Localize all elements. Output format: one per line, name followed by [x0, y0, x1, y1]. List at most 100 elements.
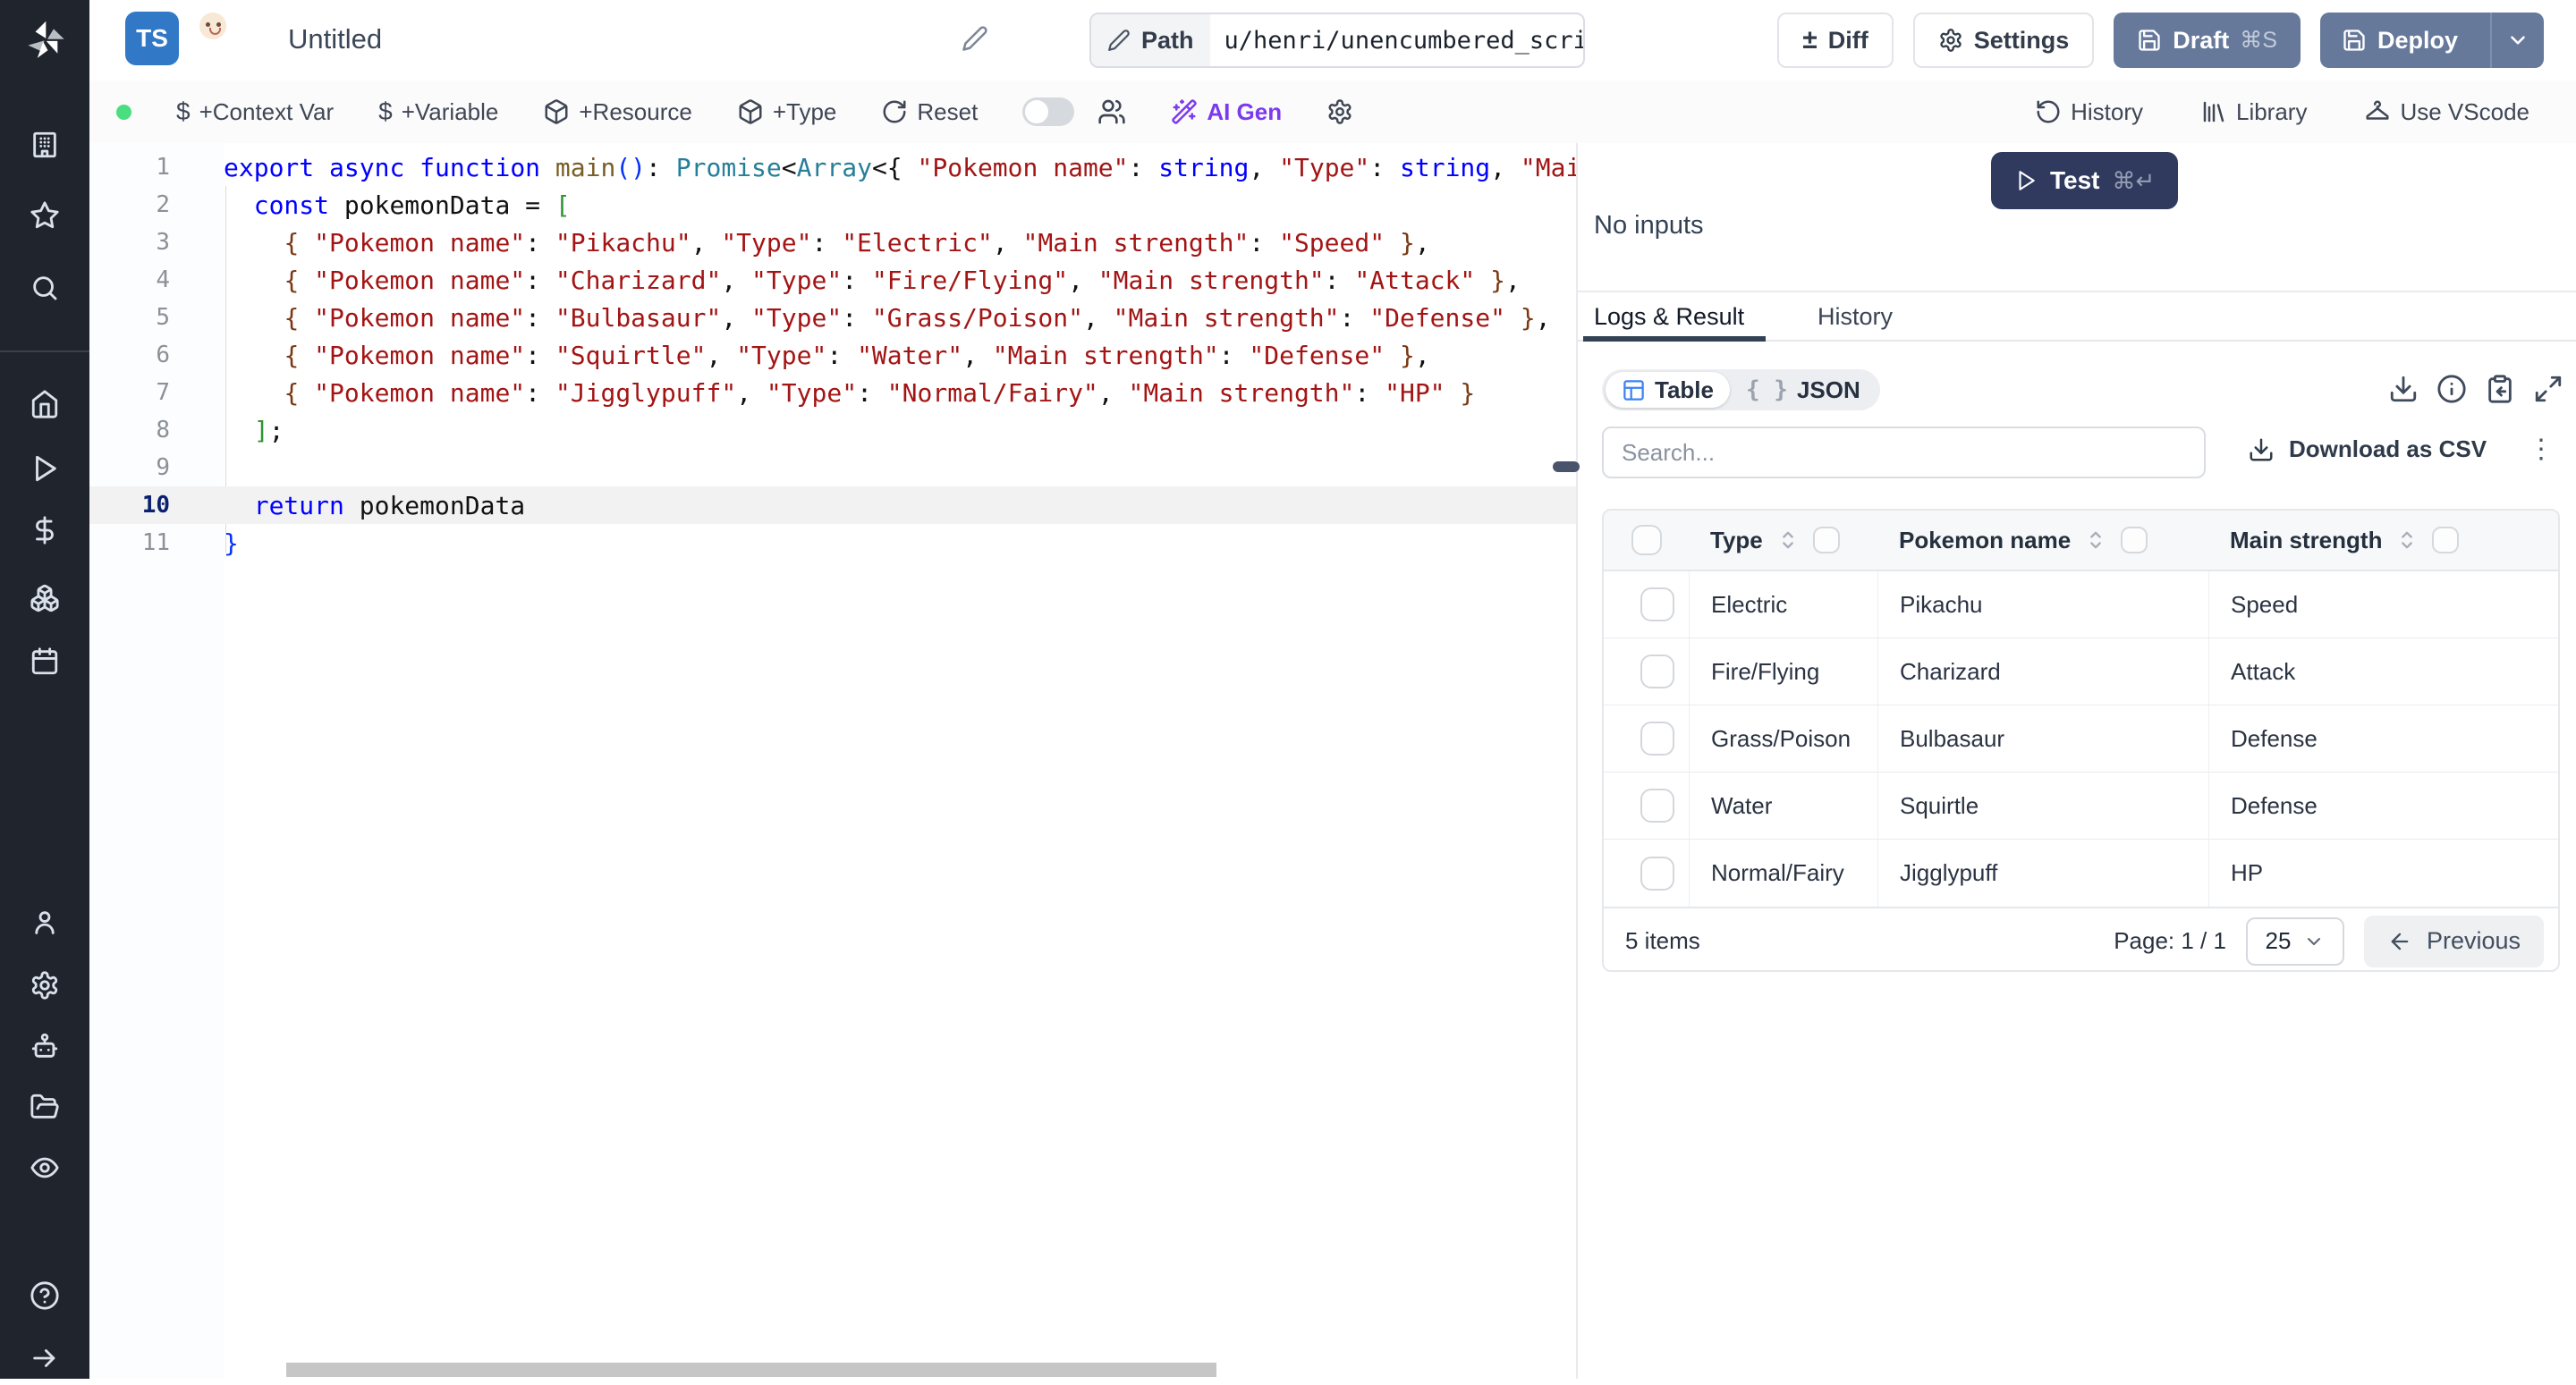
pane-drag-handle[interactable]: [1553, 461, 1580, 472]
add-type-button[interactable]: +Type: [737, 98, 837, 126]
table-cell: Defense: [2208, 773, 2558, 839]
sort-icon[interactable]: [1775, 528, 1801, 553]
deploy-button[interactable]: Deploy: [2320, 13, 2544, 68]
multiplayer-users-button[interactable]: [1097, 97, 1126, 126]
column-header-main-strength[interactable]: Main strength: [2230, 527, 2382, 554]
settings-button[interactable]: Settings: [1913, 13, 2095, 68]
sidebar-item-workspace[interactable]: [0, 118, 89, 172]
sort-icon[interactable]: [2083, 528, 2108, 553]
library-button[interactable]: Library: [2200, 98, 2307, 126]
result-tabbar: Logs & Result History: [1578, 292, 2576, 342]
row-checkbox[interactable]: [1640, 587, 1674, 621]
sidebar-item-schedules[interactable]: [0, 635, 89, 688]
download-icon[interactable]: [2388, 374, 2419, 404]
sidebar-item-help[interactable]: [0, 1269, 89, 1322]
code-line[interactable]: 3 { "Pokemon name": "Pikachu", "Type": "…: [89, 224, 1576, 261]
ai-gen-button[interactable]: AI Gen: [1171, 98, 1282, 126]
tab-logs-result[interactable]: Logs & Result: [1594, 303, 1744, 331]
code-line-text: { "Pokemon name": "Pikachu", "Type": "El…: [224, 228, 1430, 258]
table-row[interactable]: Fire/FlyingCharizardAttack: [1604, 638, 2558, 705]
code-editor[interactable]: 1export async function main(): Promise<A…: [89, 143, 1576, 1379]
sidebar-item-favorites[interactable]: [0, 189, 89, 242]
view-table-label: Table: [1655, 376, 1714, 404]
sidebar-item-home[interactable]: [0, 377, 89, 431]
test-button[interactable]: Test ⌘↵: [1991, 152, 2178, 209]
view-table-button[interactable]: Table: [1606, 372, 1730, 408]
active-tab-underline: [1583, 336, 1766, 342]
add-context-var-button[interactable]: $ +Context Var: [176, 97, 334, 126]
result-table-footer: 5 items Page: 1 / 1 25 Previous: [1604, 907, 2558, 972]
diff-button[interactable]: ± Diff: [1777, 13, 1893, 68]
code-line-text: export async function main(): Promise<Ar…: [224, 153, 1576, 182]
column-header-pokemon-name[interactable]: Pokemon name: [1899, 527, 2071, 554]
app-sidebar: [0, 0, 89, 1379]
sidebar-item-audit[interactable]: [0, 1141, 89, 1195]
play-icon: [30, 453, 60, 484]
result-search-input[interactable]: [1602, 426, 2206, 478]
windmill-logo[interactable]: [0, 9, 89, 72]
multiplayer-toggle[interactable]: [1022, 97, 1074, 126]
download-csv-button[interactable]: Download as CSV: [2248, 435, 2487, 463]
table-row[interactable]: ElectricPikachuSpeed: [1604, 571, 2558, 638]
code-line[interactable]: 9: [89, 449, 1576, 486]
code-line[interactable]: 2 const pokemonData = [: [89, 186, 1576, 224]
sidebar-item-variables[interactable]: [0, 503, 89, 557]
editor-horizontal-scrollbar[interactable]: [286, 1363, 1216, 1377]
kebab-menu[interactable]: ⋮: [2528, 434, 2555, 465]
table-row[interactable]: Normal/FairyJigglypuffHP: [1604, 840, 2558, 907]
expand-icon[interactable]: [2533, 374, 2563, 404]
code-line[interactable]: 11}: [89, 524, 1576, 562]
page-size-select[interactable]: 25: [2246, 917, 2344, 966]
items-count: 5 items: [1625, 927, 1700, 955]
typescript-badge: TS: [125, 12, 179, 65]
code-line[interactable]: 7 { "Pokemon name": "Jigglypuff", "Type"…: [89, 374, 1576, 411]
add-resource-button[interactable]: +Resource: [543, 98, 691, 126]
gear-icon: [1326, 98, 1353, 125]
sidebar-item-expand[interactable]: [0, 1331, 89, 1385]
history-button[interactable]: History: [2035, 98, 2143, 126]
deploy-dropdown-button[interactable]: [2490, 13, 2544, 68]
add-variable-button[interactable]: $ +Variable: [378, 97, 498, 126]
draft-button[interactable]: Draft ⌘S: [2114, 13, 2301, 68]
sidebar-item-resources[interactable]: [0, 571, 89, 625]
copy-result-icon[interactable]: [2485, 374, 2515, 404]
column-filter-checkbox[interactable]: [1813, 527, 1840, 553]
code-line[interactable]: 6 { "Pokemon name": "Squirtle", "Type": …: [89, 336, 1576, 374]
sidebar-item-folders[interactable]: [0, 1080, 89, 1134]
column-filter-checkbox[interactable]: [2121, 527, 2148, 553]
row-checkbox[interactable]: [1640, 654, 1674, 688]
sidebar-item-workers[interactable]: [0, 1019, 89, 1073]
library-icon: [2200, 98, 2227, 125]
code-line[interactable]: 5 { "Pokemon name": "Bulbasaur", "Type":…: [89, 299, 1576, 336]
info-icon[interactable]: [2436, 374, 2467, 404]
editor-settings-button[interactable]: [1326, 98, 1353, 125]
row-checkbox[interactable]: [1640, 857, 1674, 891]
previous-page-button[interactable]: Previous: [2364, 916, 2544, 967]
code-line[interactable]: 8 ];: [89, 411, 1576, 449]
sidebar-item-search[interactable]: [0, 261, 89, 315]
code-line[interactable]: 1export async function main(): Promise<A…: [89, 148, 1576, 186]
row-checkbox[interactable]: [1640, 722, 1674, 756]
result-table-body: ElectricPikachuSpeedFire/FlyingCharizard…: [1604, 571, 2558, 907]
sidebar-item-settings[interactable]: [0, 959, 89, 1012]
dollar-icon: [30, 515, 60, 545]
code-line[interactable]: 10 return pokemonData: [89, 486, 1576, 524]
tab-history[interactable]: History: [1818, 303, 1893, 331]
sidebar-item-users[interactable]: [0, 896, 89, 950]
table-row[interactable]: Grass/PoisonBulbasaurDefense: [1604, 705, 2558, 773]
column-filter-checkbox[interactable]: [2432, 527, 2459, 553]
sidebar-item-runs[interactable]: [0, 442, 89, 495]
row-checkbox[interactable]: [1640, 789, 1674, 823]
view-json-button[interactable]: { } JSON: [1730, 372, 1877, 408]
edit-summary-icon[interactable]: [962, 25, 988, 52]
table-cell: Attack: [2208, 638, 2558, 705]
reset-button[interactable]: Reset: [881, 98, 978, 126]
select-all-checkbox[interactable]: [1631, 525, 1662, 555]
code-line[interactable]: 4 { "Pokemon name": "Charizard", "Type":…: [89, 261, 1576, 299]
path-field[interactable]: Path u/henri/unencumbered_script: [1089, 13, 1585, 68]
table-row[interactable]: WaterSquirtleDefense: [1604, 773, 2558, 840]
test-shortcut: ⌘↵: [2113, 167, 2156, 195]
use-vscode-button[interactable]: Use VScode: [2364, 98, 2529, 126]
column-header-type[interactable]: Type: [1710, 527, 1763, 554]
sort-icon[interactable]: [2394, 528, 2419, 553]
